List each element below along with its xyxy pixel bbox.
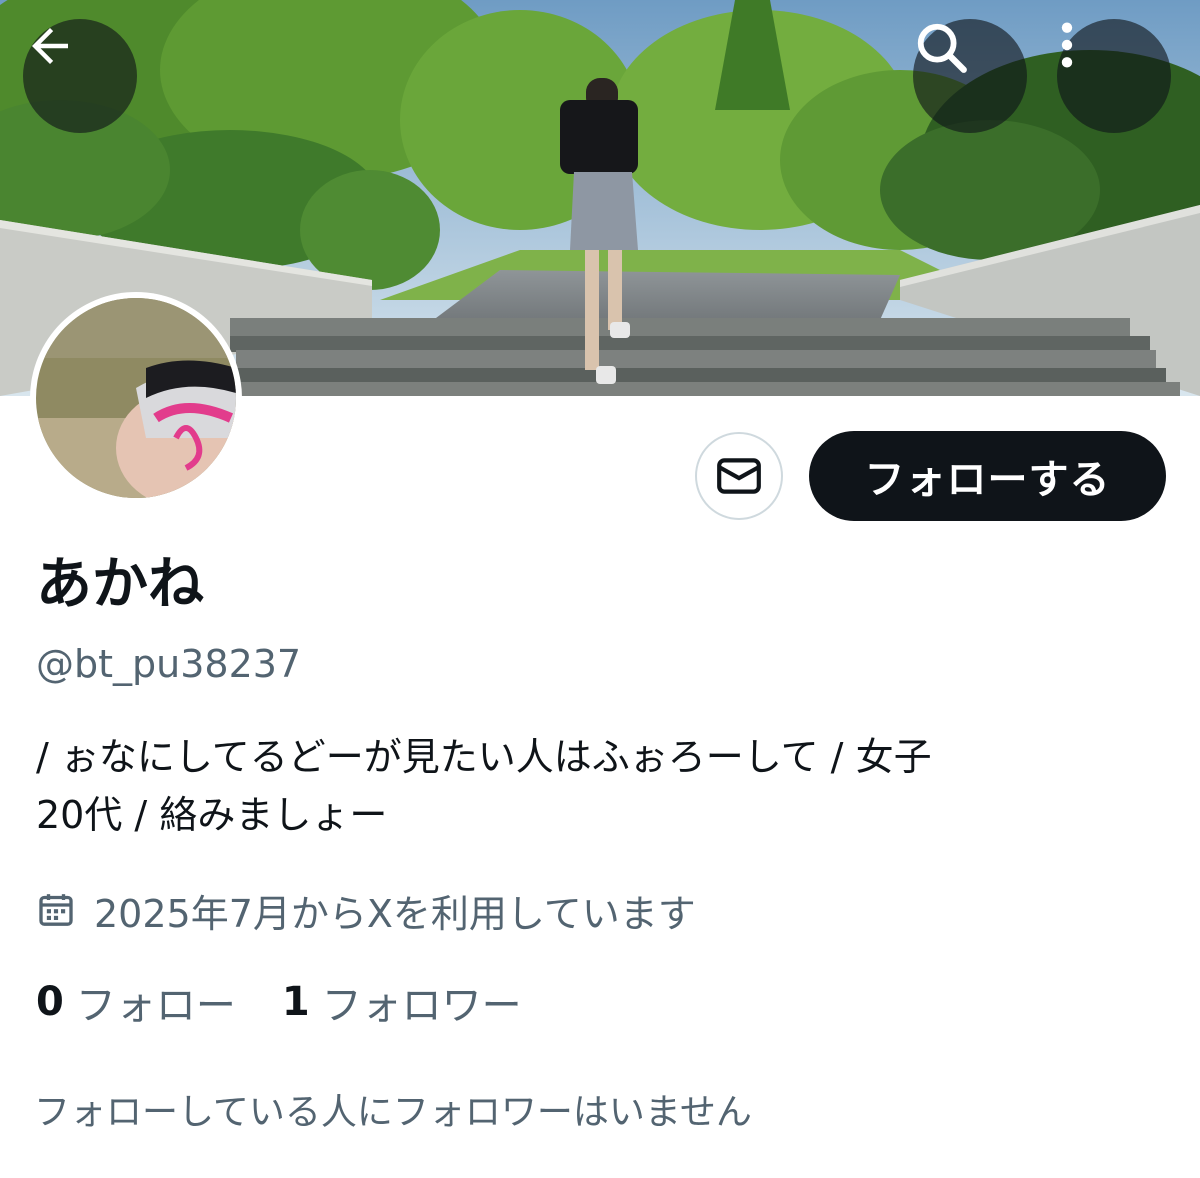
following-link[interactable]: 0 フォロー xyxy=(36,973,236,1031)
bio-line: 20代 / 絡みましょー xyxy=(36,793,388,837)
more-options-button[interactable] xyxy=(1057,19,1171,133)
profile-bio: / ぉなにしてるどーが見たい人はふぉろーして / 女子 20代 / 絡みましょー xyxy=(36,728,1156,844)
followers-link[interactable]: 1 フォロワー xyxy=(282,973,522,1031)
search-button[interactable] xyxy=(913,19,1027,133)
message-button[interactable] xyxy=(695,432,783,520)
join-date-text: 2025年7月からXを利用しています xyxy=(94,891,696,936)
calendar-icon xyxy=(36,890,76,930)
avatar-photo xyxy=(36,298,236,498)
followers-count: 1 xyxy=(281,979,310,1025)
back-button[interactable] xyxy=(23,19,137,133)
join-date: 2025年7月からXを利用しています xyxy=(36,882,696,938)
follow-stats: 0 フォロー 1 フォロワー xyxy=(36,974,522,1030)
following-label: フォロー xyxy=(75,983,236,1029)
arrow-left-icon xyxy=(32,28,68,64)
user-handle: @bt_pu38237 xyxy=(36,642,302,686)
mutual-followers-text: フォローしている人にフォロワーはいません xyxy=(34,1092,752,1133)
avatar[interactable] xyxy=(30,292,242,504)
envelope-icon xyxy=(717,458,761,494)
followers-label: フォロワー xyxy=(321,983,522,1029)
search-icon xyxy=(917,23,967,73)
bio-line: / ぉなにしてるどーが見たい人はふぉろーして / 女子 xyxy=(36,735,932,779)
more-vertical-icon xyxy=(1061,22,1073,68)
display-name: あかね xyxy=(36,552,204,617)
follow-button[interactable]: フォローする xyxy=(809,431,1166,521)
following-count: 0 xyxy=(36,979,64,1025)
